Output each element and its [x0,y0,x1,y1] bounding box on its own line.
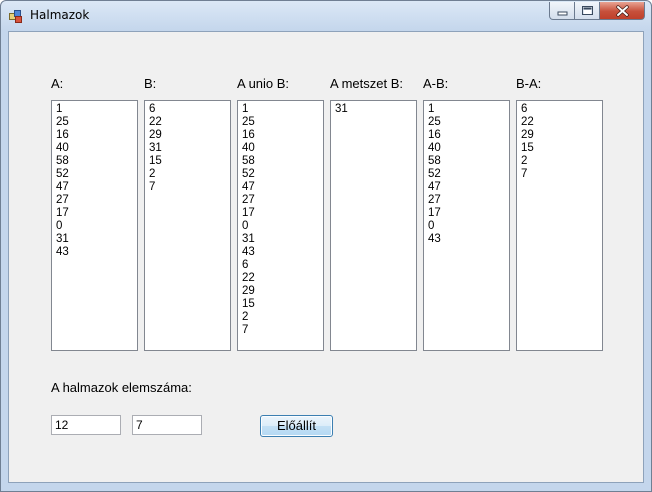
list-item[interactable]: 25 [56,116,137,129]
app-icon [9,10,22,23]
list-item[interactable]: 47 [428,181,509,194]
label-intersection: A metszet B: [330,76,403,91]
list-item[interactable]: 47 [242,181,323,194]
generate-button[interactable]: Előállít [260,415,333,437]
list-item[interactable]: 16 [56,129,137,142]
list-item[interactable]: 40 [428,142,509,155]
label-a: A: [51,76,64,91]
list-item[interactable]: 2 [521,155,602,168]
window-controls [549,2,645,21]
list-item[interactable]: 58 [428,155,509,168]
list-item[interactable]: 1 [56,103,137,116]
client-area: A: B: A unio B: A metszet B: A-B: B-A: 1… [8,31,644,483]
label-b: B: [144,76,157,91]
label-b-minus-a: B-A: [516,76,542,91]
list-item[interactable]: 27 [56,194,137,207]
list-item[interactable]: 6 [521,103,602,116]
list-item[interactable]: 25 [428,116,509,129]
list-item[interactable]: 29 [242,285,323,298]
listbox-b[interactable]: 6 22 29 31 15 2 7 [144,100,231,351]
window-title: Halmazok [30,8,90,22]
list-item[interactable]: 47 [56,181,137,194]
list-item[interactable]: 17 [428,207,509,220]
list-item[interactable]: 2 [149,168,230,181]
list-item[interactable]: 7 [149,181,230,194]
list-item[interactable]: 52 [56,168,137,181]
list-item[interactable]: 7 [521,168,602,181]
list-item[interactable]: 22 [149,116,230,129]
list-item[interactable]: 40 [242,142,323,155]
main-window: Halmazok A: B: A unio B: A metszet B: A-… [0,0,652,492]
list-item[interactable]: 29 [149,129,230,142]
list-item[interactable]: 15 [242,298,323,311]
label-union: A unio B: [237,76,290,91]
list-item[interactable]: 58 [56,155,137,168]
list-item[interactable]: 31 [335,103,416,116]
list-item[interactable]: 43 [428,233,509,246]
maximize-button[interactable] [575,2,600,20]
list-item[interactable]: 52 [242,168,323,181]
list-item[interactable]: 27 [428,194,509,207]
listbox-b-minus-a[interactable]: 6 22 29 15 2 7 [516,100,603,351]
list-item[interactable]: 0 [242,220,323,233]
close-button[interactable] [600,2,645,20]
list-item[interactable]: 43 [56,246,137,259]
list-item[interactable]: 17 [242,207,323,220]
list-item[interactable]: 2 [242,311,323,324]
listbox-a[interactable]: 1 25 16 40 58 52 47 27 17 0 31 43 [51,100,138,351]
minimize-icon [557,11,568,16]
minimize-button[interactable] [549,2,575,20]
listbox-intersection[interactable]: 31 [330,100,417,351]
list-item[interactable]: 31 [56,233,137,246]
list-item[interactable]: 29 [521,129,602,142]
list-item[interactable]: 52 [428,168,509,181]
listbox-union[interactable]: 1 25 16 40 58 52 47 27 17 0 31 43 6 22 29 15 2 7 [237,100,324,351]
maximize-icon [582,6,593,15]
list-item[interactable]: 27 [242,194,323,207]
list-item[interactable]: 6 [149,103,230,116]
counts-label: A halmazok elemszáma: [51,380,192,395]
list-item[interactable]: 58 [242,155,323,168]
title-bar[interactable]: Halmazok [1,1,651,31]
list-item[interactable]: 25 [242,116,323,129]
listbox-a-minus-b[interactable]: 1 25 16 40 58 52 47 27 17 0 43 [423,100,510,351]
list-item[interactable]: 17 [56,207,137,220]
list-item[interactable]: 16 [242,129,323,142]
count-a-field[interactable]: 12 [51,415,121,435]
list-item[interactable]: 15 [521,142,602,155]
list-item[interactable]: 15 [149,155,230,168]
list-item[interactable]: 16 [428,129,509,142]
list-item[interactable]: 22 [242,272,323,285]
list-item[interactable]: 0 [428,220,509,233]
count-b-field[interactable]: 7 [132,415,202,435]
label-a-minus-b: A-B: [423,76,449,91]
list-item[interactable]: 31 [242,233,323,246]
list-item[interactable]: 31 [149,142,230,155]
list-item[interactable]: 22 [521,116,602,129]
list-item[interactable]: 1 [242,103,323,116]
list-item[interactable]: 1 [428,103,509,116]
list-item[interactable]: 0 [56,220,137,233]
close-icon [616,5,629,17]
list-item[interactable]: 6 [242,259,323,272]
list-item[interactable]: 40 [56,142,137,155]
list-item[interactable]: 43 [242,246,323,259]
list-item[interactable]: 7 [242,324,323,337]
